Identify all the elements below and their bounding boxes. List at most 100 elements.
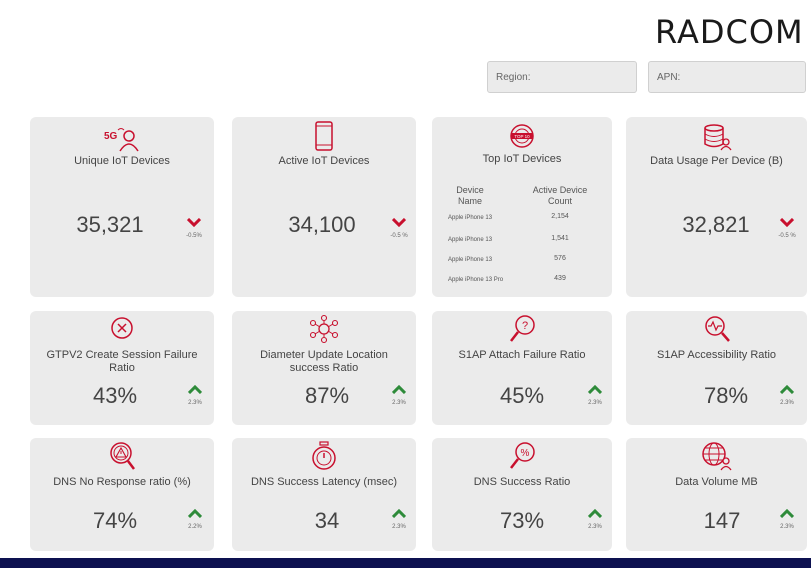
kpi-card-data-volume[interactable]: Data Volume MB 147 2.3% [626, 438, 807, 551]
kpi-value: 35,321 [76, 212, 144, 237]
radcom-logo: RADCOM [655, 13, 804, 51]
trend-change: 2.3% [588, 524, 602, 530]
kpi-card-active-iot-devices[interactable]: Active IoT Devices 34,100 -0.5 % [232, 117, 416, 297]
kpi-title: Unique IoT Devices [74, 155, 170, 167]
table-row-device-count: 576 [554, 255, 566, 262]
kpi-title: Active IoT Devices [278, 155, 370, 167]
magnifier-warning-icon [108, 441, 136, 476]
kpi-card-gtpv2-create-session-failure[interactable]: GTPV2 Create Session Failure Ratio 43% 2… [30, 311, 214, 425]
magnifier-percent-icon: % [508, 441, 536, 476]
trend-up-icon [187, 384, 203, 395]
trend-up-icon [391, 384, 407, 395]
magnifier-pulse-icon [703, 315, 731, 348]
top10-badge-icon: TOP 10 [508, 123, 536, 154]
top-devices-title: Top IoT Devices [482, 153, 562, 165]
kpi-value: 87% [304, 383, 350, 408]
kpi-title: Data Volume MB [675, 476, 758, 488]
trend-indicator: 2.3% [774, 381, 800, 406]
trend-up-icon [587, 508, 603, 519]
kpi-card-dns-success-ratio[interactable]: % DNS Success Ratio 73% 2.3% [432, 438, 612, 551]
table-row-device-name: Apple iPhone 13 [448, 237, 493, 243]
table-row-device-count: 2,154 [551, 213, 569, 220]
kpi-card-unique-iot-devices[interactable]: 5G Unique IoT Devices 35,321 -0.5% [30, 117, 214, 297]
network-nodes-icon [309, 314, 339, 349]
trend-indicator: 2.2% [182, 505, 208, 530]
table-row-device-count: 1,541 [551, 235, 569, 242]
trend-indicator: 2.3% [182, 381, 208, 406]
trend-indicator: 2.3% [386, 505, 412, 530]
kpi-card-diameter-update-location[interactable]: Diameter Update Location success Ratio 8… [232, 311, 416, 425]
kpi-title: DNS Success Latency (msec) [250, 476, 398, 488]
kpi-title: Diameter Update Location success Ratio [260, 349, 388, 374]
magnifier-question-icon: ? [508, 314, 536, 349]
kpi-card-s1ap-accessibility[interactable]: S1AP Accessibility Ratio 78% 2.3% [626, 311, 807, 425]
kpi-value: 34 [314, 508, 340, 533]
trend-up-icon [587, 384, 603, 395]
trend-up-icon [391, 508, 407, 519]
kpi-value: 34,100 [288, 212, 356, 237]
trend-down-icon [779, 217, 795, 228]
trend-down-icon [186, 217, 202, 228]
kpi-card-dns-success-latency[interactable]: DNS Success Latency (msec) 34 2.3% [232, 438, 416, 551]
trend-change: 2.3% [188, 400, 202, 406]
kpi-title: S1AP Attach Failure Ratio [458, 349, 586, 361]
trend-down-icon [391, 217, 407, 228]
5g-user-icon: 5G [102, 125, 142, 158]
trend-change: 2.3% [392, 524, 406, 530]
trend-change: 2.3% [780, 524, 794, 530]
trend-change: 2.3% [588, 400, 602, 406]
trend-change: 2.3% [392, 400, 406, 406]
apn-filter[interactable]: APN: [648, 61, 806, 93]
column-header-active-count: Active Device Count [532, 185, 588, 206]
kpi-title: S1AP Accessibility Ratio [656, 349, 777, 361]
region-filter-label: Region: [496, 72, 531, 83]
svg-text:?: ? [522, 320, 528, 332]
smartphone-icon [313, 121, 335, 156]
trend-change: -0.5 % [778, 233, 796, 239]
kpi-card-data-usage-per-device[interactable]: Data Usage Per Device (B) 32,821 -0.5 % [626, 117, 807, 297]
table-row-device-name: Apple iPhone 13 [448, 257, 493, 263]
top-iot-devices-card[interactable]: TOP 10 Top IoT Devices Device Name Activ… [432, 117, 612, 297]
trend-change: -0.5% [186, 233, 202, 239]
globe-user-icon [701, 441, 733, 476]
table-row-device-name: Apple iPhone 13 Pro [448, 277, 504, 283]
kpi-value: 32,821 [682, 212, 750, 237]
table-row-device-name: Apple iPhone 13 [448, 215, 493, 221]
trend-up-icon [779, 508, 795, 519]
table-row-device-count: 439 [554, 275, 566, 282]
trend-indicator: 2.3% [582, 381, 608, 406]
kpi-value: 147 [703, 508, 741, 533]
kpi-value: 74% [92, 508, 138, 533]
trend-change: 2.3% [780, 400, 794, 406]
kpi-value: 73% [499, 508, 545, 533]
column-header-device-name: Device Name [456, 185, 484, 206]
trend-indicator: -0.5 % [774, 214, 800, 239]
x-circle-icon [110, 316, 134, 345]
trend-indicator: 2.3% [582, 505, 608, 530]
trend-up-icon [187, 508, 203, 519]
trend-indicator: -0.5% [181, 214, 207, 239]
database-user-icon [702, 123, 732, 156]
footer-bar [0, 558, 811, 568]
kpi-value: 43% [92, 383, 138, 408]
apn-filter-label: APN: [657, 72, 681, 83]
kpi-card-s1ap-attach-failure[interactable]: ? S1AP Attach Failure Ratio 45% 2.3% [432, 311, 612, 425]
trend-indicator: -0.5 % [386, 214, 412, 239]
trend-up-icon [779, 384, 795, 395]
trend-indicator: 2.3% [774, 505, 800, 530]
kpi-value: 45% [499, 383, 545, 408]
kpi-title: DNS No Response ratio (%) [53, 476, 191, 488]
kpi-card-dns-no-response[interactable]: DNS No Response ratio (%) 74% 2.2% [30, 438, 214, 551]
kpi-value: 78% [703, 383, 749, 408]
svg-text:TOP 10: TOP 10 [514, 134, 530, 139]
kpi-title: DNS Success Ratio [473, 476, 571, 488]
trend-indicator: 2.3% [386, 381, 412, 406]
kpi-title: Data Usage Per Device (B) [650, 155, 783, 167]
kpi-title: GTPV2 Create Session Failure Ratio [46, 349, 198, 374]
trend-change: -0.5 % [390, 233, 408, 239]
svg-text:5G: 5G [104, 131, 118, 142]
svg-text:%: % [521, 448, 530, 459]
region-filter[interactable]: Region: [487, 61, 637, 93]
stopwatch-icon [311, 441, 337, 476]
trend-change: 2.2% [188, 524, 202, 530]
